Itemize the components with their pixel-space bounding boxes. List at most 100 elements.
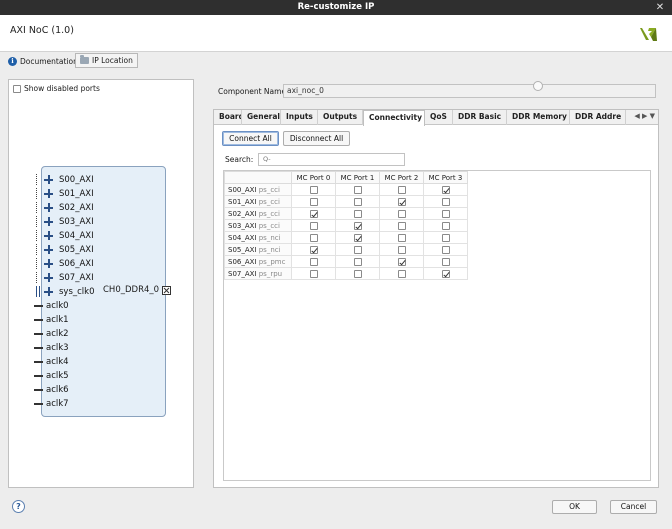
ddr-interface-icon: [162, 285, 172, 295]
connection-checkbox[interactable]: [353, 197, 362, 206]
ddr-port[interactable]: CH0_DDR4_0: [103, 285, 172, 295]
connection-checkbox[interactable]: [397, 185, 406, 194]
show-disabled-ports-toggle[interactable]: Show disabled ports: [13, 84, 100, 93]
expand-plus-icon[interactable]: [44, 175, 53, 184]
sys-clk-port[interactable]: sys_clk0: [36, 285, 95, 298]
connection-checkbox[interactable]: [397, 245, 406, 254]
expand-plus-icon[interactable]: [44, 231, 53, 240]
table-row: S05_AXI ps_nci: [224, 243, 468, 256]
expand-plus-icon[interactable]: [44, 217, 53, 226]
expand-plus-icon[interactable]: [44, 273, 53, 282]
connection-checkbox[interactable]: [353, 257, 362, 266]
axi-port-s03_axi[interactable]: S03_AXI: [36, 215, 94, 228]
tab-ddr-memory[interactable]: DDR Memory: [507, 110, 570, 125]
connection-checkbox[interactable]: [397, 209, 406, 218]
grid-cell: [379, 267, 424, 280]
axi-port-s06_axi[interactable]: S06_AXI: [36, 257, 94, 270]
help-icon[interactable]: ?: [12, 500, 25, 513]
tab-board[interactable]: Board: [214, 110, 242, 125]
connection-checkbox[interactable]: [397, 197, 406, 206]
connection-checkbox[interactable]: [309, 221, 318, 230]
pin-line: [34, 375, 43, 377]
connection-checkbox[interactable]: [397, 257, 406, 266]
tab-ddr-basic[interactable]: DDR Basic: [453, 110, 507, 125]
clock-port-aclk4[interactable]: aclk4: [34, 355, 69, 368]
connection-checkbox[interactable]: [441, 197, 450, 206]
grid-cell: [335, 207, 380, 220]
connection-checkbox[interactable]: [309, 197, 318, 206]
connection-checkbox[interactable]: [353, 185, 362, 194]
grid-cell: [335, 195, 380, 208]
show-disabled-ports-checkbox[interactable]: [13, 84, 21, 93]
clock-port-aclk5[interactable]: aclk5: [34, 369, 69, 382]
connection-checkbox[interactable]: [309, 233, 318, 242]
axi-port-s04_axi[interactable]: S04_AXI: [36, 229, 94, 242]
documentation-link[interactable]: i Documentation: [8, 55, 78, 67]
disconnect-all-button[interactable]: Disconnect All: [283, 131, 350, 146]
connection-checkbox[interactable]: [309, 257, 318, 266]
connection-checkbox[interactable]: [353, 233, 362, 242]
tab-inputs[interactable]: Inputs: [281, 110, 318, 125]
close-icon[interactable]: ✕: [654, 0, 666, 15]
clock-port-aclk6[interactable]: aclk6: [34, 383, 69, 396]
connection-checkbox[interactable]: [397, 233, 406, 242]
expand-plus-icon[interactable]: [44, 259, 53, 268]
grid-cell: [291, 195, 336, 208]
axi-noc-block-symbol: S00_AXI S01_AXI S02_AXI S03_AXI S04_AXI S05_A…: [34, 166, 172, 417]
connection-checkbox[interactable]: [441, 185, 450, 194]
ip-location-button[interactable]: IP Location: [75, 53, 138, 68]
connection-checkbox[interactable]: [309, 209, 318, 218]
row-port-type: ps_cci: [256, 221, 280, 230]
clock-port-aclk2[interactable]: aclk2: [34, 327, 69, 340]
connection-checkbox[interactable]: [397, 269, 406, 278]
connection-checkbox[interactable]: [441, 269, 450, 278]
axi-port-s07_axi[interactable]: S07_AXI: [36, 271, 94, 284]
clock-port-aclk1[interactable]: aclk1: [34, 313, 69, 326]
splitter-handle[interactable]: [533, 81, 543, 91]
connect-all-button[interactable]: Connect All: [222, 131, 279, 146]
tab-ddr-addre[interactable]: DDR Addre: [570, 110, 626, 125]
connection-checkbox[interactable]: [353, 221, 362, 230]
grid-cell: [335, 219, 380, 232]
connection-checkbox[interactable]: [441, 221, 450, 230]
table-corner: [224, 171, 292, 184]
axi-port-s02_axi[interactable]: S02_AXI: [36, 201, 94, 214]
component-name-field[interactable]: axi_noc_0: [283, 84, 656, 98]
expand-plus-icon[interactable]: [44, 245, 53, 254]
connection-checkbox[interactable]: [397, 221, 406, 230]
expand-plus-icon[interactable]: [44, 189, 53, 198]
connection-checkbox[interactable]: [353, 245, 362, 254]
connection-checkbox[interactable]: [441, 257, 450, 266]
pin-line: [34, 389, 43, 391]
expand-plus-icon[interactable]: [44, 287, 53, 296]
connection-checkbox[interactable]: [441, 209, 450, 218]
axi-port-s00_axi[interactable]: S00_AXI: [36, 173, 94, 186]
clock-port-aclk7[interactable]: aclk7: [34, 397, 69, 410]
tab-connectivity[interactable]: Connectivity: [363, 110, 425, 126]
axi-port-s01_axi[interactable]: S01_AXI: [36, 187, 94, 200]
axi-port-s05_axi[interactable]: S05_AXI: [36, 243, 94, 256]
clock-port-aclk0[interactable]: aclk0: [34, 299, 69, 312]
connection-checkbox[interactable]: [353, 269, 362, 278]
connection-checkbox[interactable]: [309, 269, 318, 278]
pin-line: [34, 347, 43, 349]
connection-checkbox[interactable]: [441, 245, 450, 254]
tab-qos[interactable]: QoS: [425, 110, 453, 125]
connection-checkbox[interactable]: [309, 185, 318, 194]
cancel-button[interactable]: Cancel: [610, 500, 657, 514]
connection-checkbox[interactable]: [309, 245, 318, 254]
ok-button[interactable]: OK: [552, 500, 597, 514]
bus-connector: [36, 230, 38, 241]
connection-checkbox[interactable]: [441, 233, 450, 242]
tab-scroll-arrows-icon[interactable]: ◀ ▶ ▼: [634, 112, 655, 120]
tab-general[interactable]: General: [242, 110, 281, 125]
connection-checkbox[interactable]: [353, 209, 362, 218]
row-port-name: S05_AXI: [228, 245, 257, 254]
expand-plus-icon[interactable]: [44, 203, 53, 212]
search-input[interactable]: Q-: [258, 153, 405, 166]
axi-port-label: S01_AXI: [59, 188, 94, 199]
clock-port-aclk3[interactable]: aclk3: [34, 341, 69, 354]
symbol-panel: Show disabled ports S00_AXI S01_AXI S02_AX…: [8, 79, 194, 488]
window-title: Re-customize IP: [297, 2, 375, 12]
tab-outputs[interactable]: Outputs: [318, 110, 363, 125]
